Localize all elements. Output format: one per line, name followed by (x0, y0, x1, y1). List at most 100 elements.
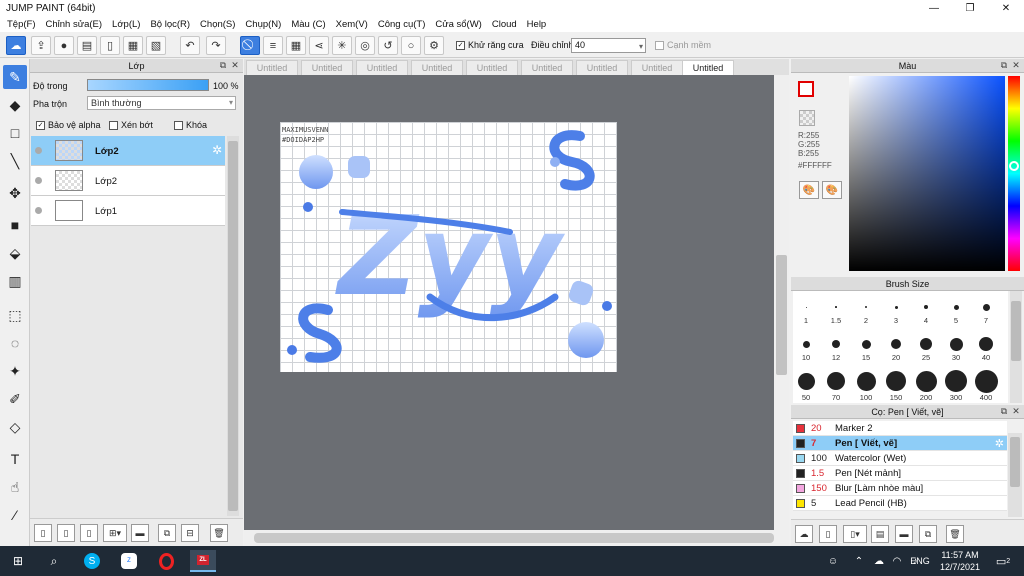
menu-tools[interactable]: Công cụ(T) (375, 17, 433, 32)
settings-ruler-icon[interactable]: ⚙ (424, 36, 444, 55)
trash-icon[interactable]: 🗑 (210, 524, 228, 542)
parallel-ruler-icon[interactable]: ≡ (263, 36, 283, 55)
fill-rect-tool-icon[interactable]: ■ (3, 213, 27, 237)
lock-checkbox[interactable] (174, 121, 183, 131)
undo-icon[interactable]: ↶ (180, 36, 200, 55)
tab-untitled[interactable]: Untitled (411, 60, 463, 75)
brush-size-option[interactable] (974, 369, 998, 393)
bucket-tool-icon[interactable]: ⬙ (3, 241, 27, 265)
brush-list-item[interactable]: 20 Marker 2 (793, 421, 1007, 436)
scrollbar-thumb[interactable] (228, 141, 238, 511)
tab-untitled[interactable]: Untitled (521, 60, 573, 75)
select-eraser-tool-icon[interactable]: ◇ (3, 415, 27, 439)
gradient-tool-icon[interactable]: ▥ (3, 269, 27, 293)
brush-size-option[interactable] (835, 306, 837, 308)
menu-window[interactable]: Cửa sổ(W) (432, 17, 488, 32)
line-tool-icon[interactable]: ╲ (3, 149, 27, 173)
search-icon[interactable]: ⌕ (41, 550, 67, 572)
brush-size-option[interactable] (797, 372, 815, 390)
hand-tool-icon[interactable]: ☝ (3, 475, 27, 499)
brush-list-item[interactable]: 150 Blur [Làm nhòe màu] (793, 481, 1007, 496)
magic-wand-tool-icon[interactable]: ✦ (3, 359, 27, 383)
move-tool-icon[interactable]: ✥ (3, 181, 27, 205)
ellipse-ruler-icon[interactable]: ○ (401, 36, 421, 55)
horizontal-scrollbar[interactable] (244, 530, 789, 546)
frame-edit-icon[interactable]: ▧ (146, 36, 166, 55)
brush-list-item[interactable]: 1.5 Pen [Nét mảnh] (793, 466, 1007, 481)
adjust-input[interactable]: 40 ▾ (571, 38, 646, 53)
cloud-sync-icon[interactable]: ☁ (6, 36, 26, 55)
tab-untitled[interactable]: Untitled (356, 60, 408, 75)
select-rect-tool-icon[interactable]: ⬚ (3, 303, 27, 327)
page-icon[interactable]: ▯ (100, 36, 120, 55)
visibility-icon[interactable] (35, 147, 42, 154)
brush-size-option[interactable] (982, 303, 990, 311)
panel-close-icon[interactable]: ✕ (1011, 60, 1021, 70)
menu-filter[interactable]: Bộ lọc(R) (147, 17, 197, 32)
zalo-icon[interactable]: Z (116, 550, 142, 572)
text-bubble-icon[interactable]: ▤ (77, 36, 97, 55)
grid-ruler-icon[interactable]: ▦ (286, 36, 306, 55)
antialias-option[interactable]: ✓ Khử răng cưa (456, 40, 524, 51)
gear-icon[interactable]: ✲ (212, 143, 222, 157)
menu-file[interactable]: Tệp(F) (4, 17, 43, 32)
saturation-value-picker[interactable] (849, 76, 1005, 271)
scrollbar-thumb[interactable] (254, 533, 774, 543)
lasso-tool-icon[interactable]: ◌ (3, 331, 27, 355)
scrollbar-thumb[interactable] (1010, 437, 1020, 487)
skype-icon[interactable]: S (79, 550, 105, 572)
curve-ruler-icon[interactable]: ↺ (378, 36, 398, 55)
close-button[interactable]: ✕ (988, 0, 1024, 17)
scrollbar-thumb[interactable] (1011, 301, 1021, 361)
new-layer-icon[interactable]: ▯ (34, 524, 52, 542)
transparent-color-swatch[interactable] (799, 110, 815, 126)
layer-scrollbar[interactable] (227, 136, 239, 516)
visibility-icon[interactable] (35, 207, 42, 214)
tab-untitled[interactable]: Untitled (466, 60, 518, 75)
brush-size-option[interactable] (891, 339, 901, 349)
new-vector-layer-icon[interactable]: ▯ (80, 524, 98, 542)
brush-download-icon[interactable]: ☁ (795, 525, 813, 543)
panel-float-icon[interactable]: ⧉ (218, 60, 228, 70)
brush-size-scrollbar[interactable] (1010, 291, 1022, 403)
windows-start-icon[interactable]: ⊞ (5, 550, 31, 572)
brush-size-option[interactable] (920, 338, 932, 350)
rectangle-tool-icon[interactable]: □ (3, 121, 27, 145)
export-icon[interactable]: ⇪ (31, 36, 51, 55)
brush-size-option[interactable] (827, 372, 845, 390)
folder-icon[interactable]: ▬ (895, 525, 913, 543)
radial-ruler-icon[interactable]: ✳ (332, 36, 352, 55)
hue-slider[interactable] (1008, 76, 1020, 271)
brush-list-item[interactable]: 100 Watercolor (Wet) (793, 451, 1007, 466)
hue-knob[interactable] (1009, 161, 1019, 171)
layer-menu-icon[interactable]: ⊞▾ (103, 524, 127, 542)
brush-size-option[interactable] (865, 306, 867, 308)
brush-list-item[interactable]: 5 Lead Pencil (HB) (793, 496, 1007, 511)
minimize-button[interactable]: — (916, 0, 952, 17)
clock[interactable]: 11:57 AM 12/7/2021 (935, 549, 985, 573)
palette-edit-icon[interactable]: 🎨 (822, 181, 842, 199)
lock-option[interactable]: Khóa (174, 120, 207, 131)
duplicate-brush-icon[interactable]: ⧉ (919, 525, 937, 543)
people-icon[interactable]: ☺ (820, 550, 846, 572)
foreground-color-swatch[interactable] (798, 81, 814, 97)
menu-layer[interactable]: Lớp(L) (109, 17, 147, 32)
panel-float-icon[interactable]: ⧉ (999, 406, 1009, 416)
menu-view[interactable]: Xem(V) (333, 17, 375, 32)
eyedropper-tool-icon[interactable]: ⁄ (3, 503, 27, 527)
notification-icon[interactable]: ▭ 2 (990, 550, 1016, 572)
smooth-edge-option[interactable]: Cạnh mềm (655, 40, 711, 51)
jump-paint-taskbar-icon[interactable]: ZL (190, 550, 216, 572)
layer-row[interactable]: Lớp2 ✲ (31, 136, 225, 166)
menu-cloud[interactable]: Cloud (489, 17, 524, 32)
frame-icon[interactable]: ▦ (123, 36, 143, 55)
protect-alpha-option[interactable]: ✓ Bảo vệ alpha (36, 120, 101, 131)
new-brush-icon[interactable]: ▯ (819, 525, 837, 543)
perspective-ruler-icon[interactable]: ⋖ (309, 36, 329, 55)
visibility-icon[interactable] (35, 177, 42, 184)
brush-size-option[interactable] (886, 371, 906, 391)
blend-mode-select[interactable]: Bình thường ▾ (87, 96, 236, 110)
panel-close-icon[interactable]: ✕ (1011, 406, 1021, 416)
duplicate-layer-icon[interactable]: ⧉ (158, 524, 176, 542)
canvas-area[interactable]: MAXIMUSVENN #DOIDAP2HP Zyy (244, 75, 774, 530)
